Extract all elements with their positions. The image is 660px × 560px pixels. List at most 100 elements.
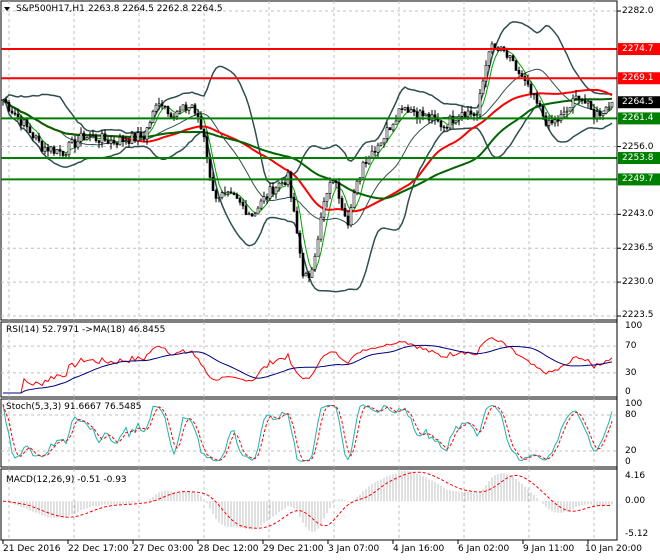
- candle: [328, 177, 332, 200]
- candle: [403, 106, 407, 112]
- candle: [52, 145, 56, 156]
- rsi-ma-line: [3, 344, 613, 394]
- candle: [298, 230, 302, 259]
- candle: [73, 135, 77, 153]
- candle: [10, 106, 14, 115]
- candle: [85, 136, 89, 141]
- candle: [553, 115, 557, 127]
- candle: [538, 100, 542, 107]
- candle: [520, 70, 524, 77]
- chart-symbol: S&P500H17,H1: [16, 4, 85, 14]
- candle: [82, 130, 86, 141]
- candle: [229, 187, 233, 194]
- candle: [319, 212, 323, 242]
- candle: [181, 104, 185, 111]
- candle: [373, 146, 377, 157]
- level-label: 2274.7: [622, 44, 654, 54]
- time-label: 3 Jan 07:00: [328, 544, 380, 554]
- candle: [604, 106, 608, 115]
- level-label: 2261.4: [622, 113, 654, 123]
- candle: [148, 120, 152, 130]
- candle: [112, 136, 116, 146]
- level-label: 2253.8: [622, 153, 654, 163]
- candle: [508, 55, 512, 62]
- candle: [292, 192, 296, 213]
- candle: [172, 113, 176, 121]
- candle: [100, 129, 104, 148]
- candle: [511, 54, 515, 62]
- candle: [391, 123, 395, 132]
- candle: [343, 203, 347, 218]
- candle: [43, 142, 47, 155]
- rsi-legend: RSI(14) 52.7971 ->MA(18) 46.8455: [6, 325, 166, 335]
- candle: [358, 177, 362, 185]
- current-price-label: 2264.5: [622, 97, 654, 107]
- candle: [232, 191, 236, 196]
- candle: [451, 110, 455, 129]
- candle: [532, 92, 536, 100]
- chart-ohlc: 2263.8 2264.5 2262.8 2264.5: [88, 4, 223, 14]
- candle: [76, 135, 80, 150]
- candle: [166, 105, 170, 117]
- candle: [550, 114, 554, 126]
- time-label: 27 Dec 03:00: [133, 544, 194, 554]
- candle: [586, 99, 590, 109]
- candle: [67, 140, 71, 160]
- candle: [472, 112, 476, 121]
- price-tick-label: 2236.5: [622, 243, 654, 253]
- candle: [409, 106, 413, 113]
- ma-green: [2, 97, 613, 200]
- candle: [202, 128, 206, 143]
- chart-window: S&P500H17,H1 2263.8 2264.5 2262.8 2264.5…: [0, 0, 660, 560]
- time-label: 6 Jan 02:00: [458, 544, 510, 554]
- candle: [559, 109, 563, 124]
- time-label: 9 Jan 11:00: [523, 544, 575, 554]
- candle: [415, 107, 419, 124]
- candle: [523, 72, 527, 86]
- candle: [424, 113, 428, 117]
- candle: [88, 132, 92, 142]
- price-tick-label: 2230.0: [622, 277, 654, 287]
- time-label: 22 Dec 17:00: [68, 544, 129, 554]
- candle: [568, 107, 572, 112]
- candle: [316, 235, 320, 257]
- candle: [301, 252, 305, 279]
- candle: [397, 108, 401, 123]
- candle: [190, 104, 194, 108]
- candle: [289, 170, 293, 202]
- candle: [439, 120, 443, 132]
- level-label: 2269.1: [622, 73, 654, 83]
- candle: [400, 105, 404, 114]
- candle: [103, 129, 107, 143]
- stoch-tick-label: 80: [625, 410, 637, 420]
- candle: [412, 106, 416, 117]
- time-label: 29 Dec 21:00: [263, 544, 324, 554]
- candle: [304, 271, 308, 277]
- candle: [514, 59, 518, 71]
- time-label: 21 Dec 2016: [3, 544, 61, 554]
- candle: [118, 133, 122, 146]
- candle: [247, 211, 251, 216]
- candle: [517, 66, 521, 76]
- candle: [34, 134, 38, 141]
- candle: [238, 196, 242, 206]
- candle: [184, 101, 188, 114]
- candle: [454, 119, 458, 125]
- candle: [361, 160, 365, 179]
- candle: [610, 101, 614, 109]
- candle: [262, 191, 266, 204]
- candle: [58, 145, 62, 157]
- candle: [268, 182, 272, 201]
- candle: [160, 99, 164, 110]
- macd-tick-label: 4.16: [625, 471, 646, 481]
- macd-legend: MACD(12,26,9) -0.51 -0.93: [6, 475, 127, 485]
- candle: [106, 136, 110, 145]
- candle: [478, 88, 482, 120]
- candle: [142, 131, 146, 142]
- candle: [40, 140, 44, 152]
- candle: [295, 206, 299, 234]
- candle: [259, 198, 263, 211]
- candle: [151, 109, 155, 123]
- rsi-tick-label: 0: [625, 387, 631, 397]
- candle: [109, 135, 113, 150]
